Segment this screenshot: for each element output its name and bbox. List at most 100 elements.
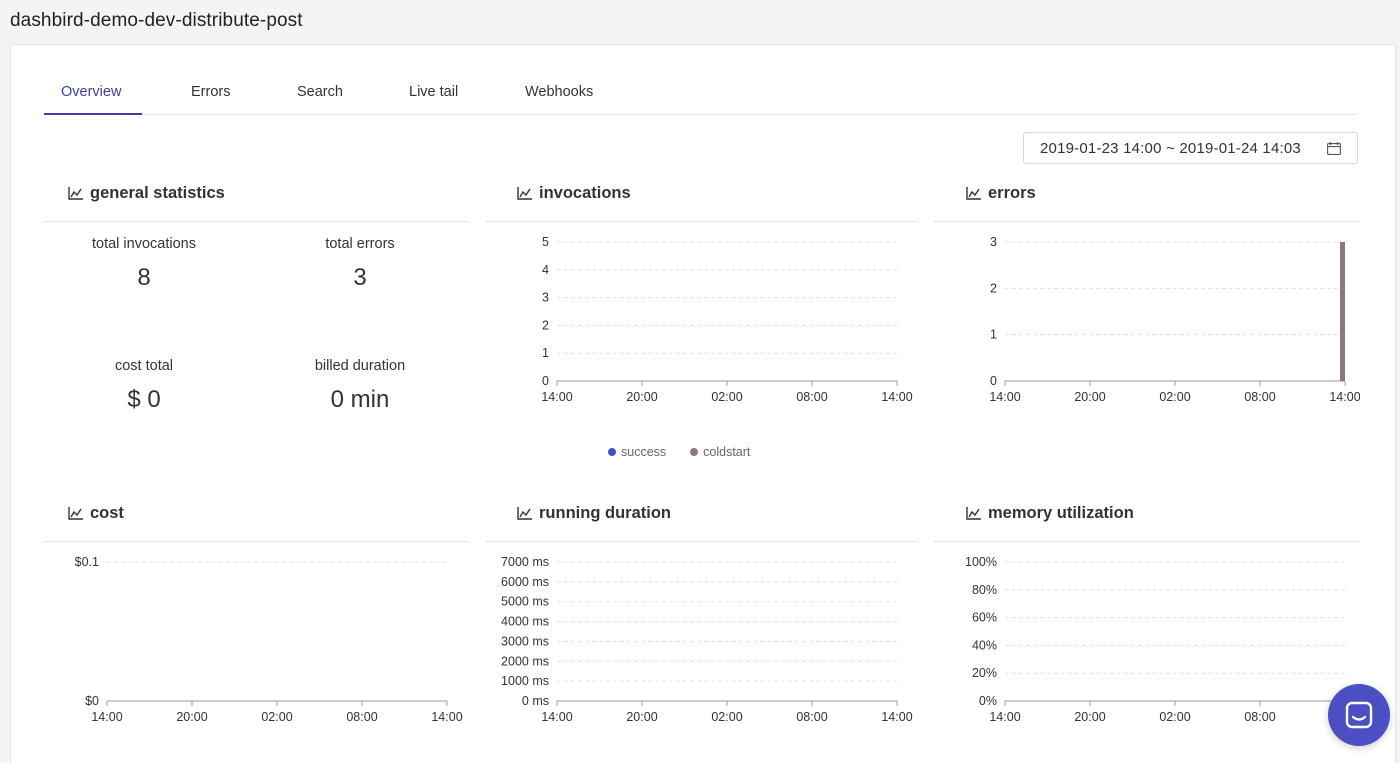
x-tick-label: 14:00 [91,710,122,724]
y-tick-label: 2000 ms [501,654,549,668]
x-tick-label: 14:00 [431,710,462,724]
general-statistics-title: general statistics [90,183,225,202]
x-tick-label: 14:00 [541,390,572,404]
cost-total-label: cost total [114,358,174,374]
x-tick-label: 14:00 [881,390,912,404]
y-tick-label: 2 [542,318,549,332]
line-chart-icon [966,506,981,520]
y-tick-label: 5000 ms [501,595,549,609]
y-tick-label: 100% [965,555,997,569]
line-chart-icon [517,186,532,200]
divider [44,221,468,222]
x-tick-label: 20:00 [626,390,657,404]
legend-dot [608,448,616,456]
y-tick-label: $0 [85,694,99,708]
calendar-icon[interactable] [1327,142,1341,155]
legend-item-coldstart[interactable]: coldstart [690,445,750,459]
total-invocations-value: 8 [137,264,151,291]
y-tick-label: 3 [990,235,997,249]
x-tick-label: 02:00 [711,710,742,724]
tab-errors[interactable]: Errors [191,84,230,100]
tab-webhooks[interactable]: Webhooks [525,84,593,100]
y-tick-label: 20% [972,666,997,680]
running-duration-title: running duration [539,503,671,522]
y-tick-label: 80% [972,583,997,597]
y-tick-label: 0 ms [522,694,549,708]
y-tick-label: 40% [972,638,997,652]
y-tick-label: 4 [542,263,549,277]
y-tick-label: $0.1 [75,555,99,569]
tab-bar: Overview Errors Search Live tail Webhook… [44,74,1356,115]
y-tick-label: 3000 ms [501,634,549,648]
y-tick-label: 6000 ms [501,575,549,589]
error-bar [1340,242,1345,381]
billed-duration-label: billed duration [314,358,406,374]
x-tick-label: 08:00 [1244,710,1275,724]
line-chart-icon [68,506,83,520]
errors-header: errors [966,178,1036,208]
legend-dot [690,448,699,456]
date-range-value: 2019-01-23 14:00 ~ 2019-01-24 14:03 [1040,140,1301,157]
x-tick-label: 08:00 [346,710,377,724]
x-tick-label: 02:00 [1159,390,1190,404]
running-duration-chart: 0 ms 1000 ms 2000 ms 3000 ms 4000 ms 5000 ms 6… [501,555,913,724]
x-tick-label: 14:00 [989,710,1020,724]
tab-overview[interactable]: Overview [61,84,121,100]
legend-item-success[interactable]: success [608,445,666,459]
legend-label: coldstart [703,445,751,459]
x-tick-label: 14:00 [881,710,912,724]
running-duration-header: running duration [517,498,671,528]
y-tick-label: 4000 ms [501,615,549,629]
x-tick-label: 20:00 [626,710,657,724]
y-tick-label: 1 [542,346,549,360]
line-chart-icon [966,186,981,200]
date-range-picker[interactable]: 2019-01-23 14:00 ~ 2019-01-24 14:03 [1023,132,1358,164]
line-chart-icon [68,186,83,200]
y-tick-label: 0 [990,374,997,388]
x-tick-label: 14:00 [1329,390,1360,404]
legend-label: success [621,445,667,459]
memory-utilization-chart: 0%20%40%60%80%100%14:0020:0002:0008:0014… [965,555,1360,724]
x-tick-label: 14:00 [989,390,1020,404]
line-chart-icon [517,506,532,520]
y-tick-label: 5 [542,235,549,249]
total-invocations-label: total invocations [92,236,196,252]
active-tab-indicator [44,113,142,115]
cost-header: cost [68,498,124,528]
x-tick-label: 08:00 [796,390,827,404]
x-tick-label: 02:00 [1159,710,1190,724]
invocations-legend: success coldstart [608,445,750,459]
y-tick-label: 2 [990,281,997,295]
invocations-title: invocations [539,183,631,202]
divider [485,221,917,222]
divider [44,541,468,542]
cost-total-value: $ 0 [127,386,161,413]
x-tick-label: 08:00 [796,710,827,724]
tab-live-tail[interactable]: Live tail [409,84,458,100]
y-tick-label: 1000 ms [501,674,549,688]
tab-search[interactable]: Search [297,84,343,100]
x-tick-label: 20:00 [1074,710,1105,724]
y-tick-label: 60% [972,611,997,625]
x-tick-label: 20:00 [1074,390,1105,404]
x-tick-label: 02:00 [711,390,742,404]
billed-duration-value: 0 min [330,386,390,413]
y-tick-label: 0% [979,694,997,708]
errors-chart: 0 1 2 3 14:00 20:00 02:00 08:00 14:00 [989,235,1360,404]
memory-utilization-header: memory utilization [966,498,1134,528]
memory-utilization-title: memory utilization [988,503,1134,522]
invocations-header: invocations [517,178,631,208]
total-errors-value: 3 [353,264,367,291]
y-tick-label: 7000 ms [501,555,549,569]
y-tick-label: 0 [542,374,549,388]
cost-title: cost [90,503,124,522]
total-errors-label: total errors [325,236,395,252]
y-tick-label: 3 [542,291,549,305]
cost-chart: $0 $0.1 14:00 20:00 02:00 08:00 14:00 [75,555,463,724]
chat-button[interactable] [1328,684,1390,746]
x-tick-label: 14:00 [541,710,572,724]
x-tick-label: 02:00 [261,710,292,724]
invocations-chart: 0 1 2 3 4 5 14:00 20:00 02:00 08:00 14:00 [541,235,912,404]
x-tick-label: 20:00 [176,710,207,724]
chat-icon [1345,701,1373,729]
